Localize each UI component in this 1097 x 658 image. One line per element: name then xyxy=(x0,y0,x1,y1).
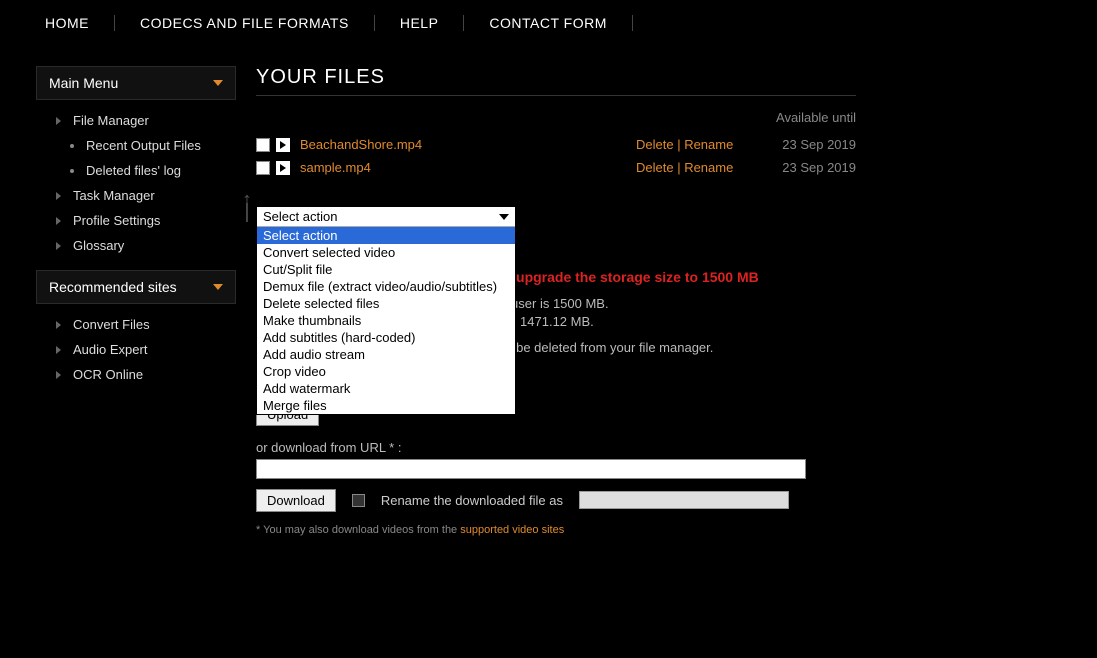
file-row: BeachandShore.mp4 Delete | Rename 23 Sep… xyxy=(256,133,856,156)
nav-codecs[interactable]: CODECS AND FILE FORMATS xyxy=(115,15,375,31)
file-date: 23 Sep 2019 xyxy=(766,160,856,175)
rename-link[interactable]: Rename xyxy=(684,137,733,152)
nav-home[interactable]: HOME xyxy=(45,15,115,31)
option-watermark[interactable]: Add watermark xyxy=(257,380,515,397)
caret-icon xyxy=(56,117,61,125)
sidebar-item-deleted-log[interactable]: Deleted files' log xyxy=(56,158,236,183)
caret-icon xyxy=(56,242,61,250)
recommended-sites-header[interactable]: Recommended sites xyxy=(36,270,236,304)
sidebar-item-ocr-online[interactable]: OCR Online xyxy=(56,362,236,387)
file-checkbox[interactable] xyxy=(256,138,270,152)
option-merge[interactable]: Merge files xyxy=(257,397,515,414)
nav-help[interactable]: HELP xyxy=(375,15,465,31)
select-current: Select action xyxy=(263,209,337,224)
or-download-label: or download from URL * : xyxy=(256,440,856,455)
rename-download-label: Rename the downloaded file as xyxy=(381,493,563,508)
rename-checkbox[interactable] xyxy=(352,494,365,507)
option-demux[interactable]: Demux file (extract video/audio/subtitle… xyxy=(257,278,515,295)
file-row: sample.mp4 Delete | Rename 23 Sep 2019 xyxy=(256,156,856,179)
sidebar-item-glossary[interactable]: Glossary xyxy=(56,233,236,258)
top-nav: HOME CODECS AND FILE FORMATS HELP CONTAC… xyxy=(0,0,1097,46)
nav-contact[interactable]: CONTACT FORM xyxy=(464,15,632,31)
play-icon[interactable] xyxy=(276,138,290,152)
url-input[interactable] xyxy=(256,459,806,479)
sidebar-item-file-manager[interactable]: File Manager xyxy=(56,108,236,133)
sidebar-item-recent-output[interactable]: Recent Output Files xyxy=(56,133,236,158)
caret-icon xyxy=(56,217,61,225)
sidebar-item-task-manager[interactable]: Task Manager xyxy=(56,183,236,208)
option-convert[interactable]: Convert selected video xyxy=(257,244,515,261)
file-name[interactable]: sample.mp4 xyxy=(300,160,636,175)
play-icon[interactable] xyxy=(276,161,290,175)
sidebar-item-audio-expert[interactable]: Audio Expert xyxy=(56,337,236,362)
option-audio-stream[interactable]: Add audio stream xyxy=(257,346,515,363)
option-delete[interactable]: Delete selected files xyxy=(257,295,515,312)
file-name[interactable]: BeachandShore.mp4 xyxy=(300,137,636,152)
option-cut-split[interactable]: Cut/Split file xyxy=(257,261,515,278)
delete-link[interactable]: Delete xyxy=(636,160,674,175)
option-crop[interactable]: Crop video xyxy=(257,363,515,380)
supported-sites-link[interactable]: supported video sites xyxy=(460,524,564,536)
main-menu-label: Main Menu xyxy=(49,75,118,91)
action-select[interactable]: Select action Select action Convert sele… xyxy=(256,206,516,415)
bullet-icon xyxy=(70,144,74,148)
file-checkbox[interactable] xyxy=(256,161,270,175)
action-dropdown-list: Select action Convert selected video Cut… xyxy=(257,227,515,414)
caret-icon xyxy=(56,192,61,200)
arrow-up-icon: ↑| xyxy=(242,194,252,218)
option-thumbnails[interactable]: Make thumbnails xyxy=(257,312,515,329)
chevron-down-icon xyxy=(213,284,223,290)
chevron-down-icon xyxy=(213,80,223,86)
sidebar-item-convert-files[interactable]: Convert Files xyxy=(56,312,236,337)
download-button[interactable]: Download xyxy=(256,489,336,512)
caret-icon xyxy=(56,321,61,329)
caret-icon xyxy=(56,371,61,379)
file-actions: Delete | Rename xyxy=(636,160,766,175)
page-title: YOUR FILES xyxy=(256,66,856,96)
main-menu-header[interactable]: Main Menu xyxy=(36,66,236,100)
option-subtitles[interactable]: Add subtitles (hard-coded) xyxy=(257,329,515,346)
footnote: * You may also download videos from the … xyxy=(256,524,856,536)
bullet-icon xyxy=(70,169,74,173)
rename-input[interactable] xyxy=(579,491,789,509)
available-until-label: Available until xyxy=(256,110,856,125)
rename-link[interactable]: Rename xyxy=(684,160,733,175)
delete-link[interactable]: Delete xyxy=(636,137,674,152)
sidebar-item-profile-settings[interactable]: Profile Settings xyxy=(56,208,236,233)
file-actions: Delete | Rename xyxy=(636,137,766,152)
recommended-sites-label: Recommended sites xyxy=(49,279,177,295)
chevron-down-icon xyxy=(499,214,509,220)
file-date: 23 Sep 2019 xyxy=(766,137,856,152)
caret-icon xyxy=(56,346,61,354)
option-select-action[interactable]: Select action xyxy=(257,227,515,244)
